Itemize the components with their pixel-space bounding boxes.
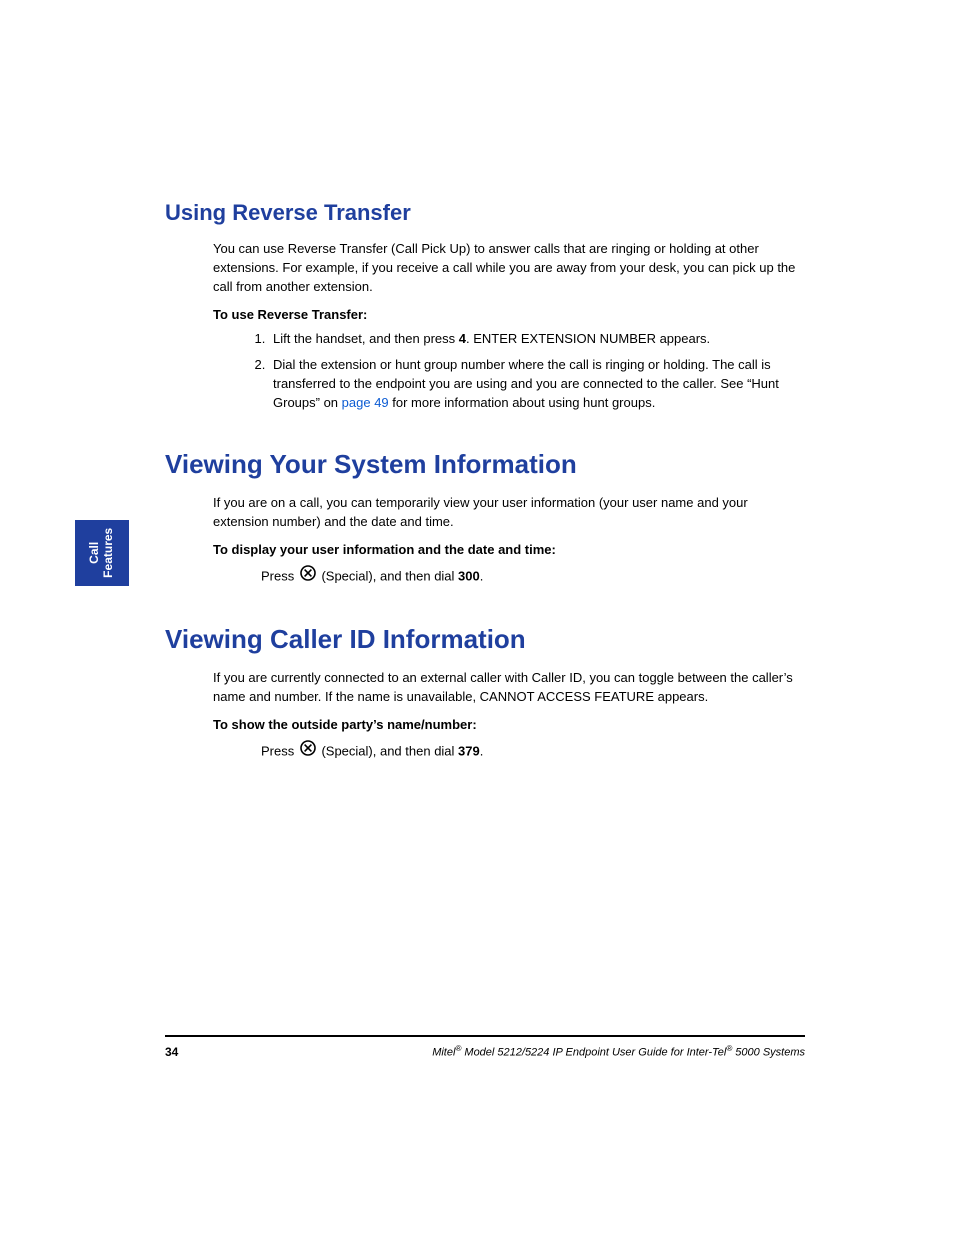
page-number: 34 <box>165 1045 178 1059</box>
footer-rule <box>165 1035 805 1037</box>
footer-b: Model 5212/5224 IP Endpoint User Guide f… <box>461 1047 726 1059</box>
step1-key: 4 <box>459 331 466 346</box>
subhead-caller-id: To show the outside party’s name/number: <box>213 717 805 732</box>
page-footer: 34 Mitel® Model 5212/5224 IP Endpoint Us… <box>165 1044 805 1059</box>
para-system-info-intro: If you are on a call, you can temporaril… <box>213 494 805 532</box>
heading-system-info: Viewing Your System Information <box>165 449 805 480</box>
section-tab-text: Call Features <box>88 528 116 578</box>
para-reverse-transfer-intro: You can use Reverse Transfer (Call Pick … <box>213 240 805 297</box>
step-2: Dial the extension or hunt group number … <box>269 356 805 413</box>
step-1: Lift the handset, and then press 4. ENTE… <box>269 330 805 349</box>
page-content: Using Reverse Transfer You can use Rever… <box>165 200 805 770</box>
footer-c: 5000 Systems <box>732 1047 805 1059</box>
heading-caller-id: Viewing Caller ID Information <box>165 624 805 655</box>
para-caller-id-intro: If you are currently connected to an ext… <box>213 669 805 707</box>
section-tab: Call Features <box>75 520 129 586</box>
step2-text-b: for more information about using hunt gr… <box>389 395 656 410</box>
steps-reverse-transfer: Lift the handset, and then press 4. ENTE… <box>251 330 805 413</box>
link-page-49[interactable]: page 49 <box>342 395 389 410</box>
instr-caller-id: Press (Special), and then dial 379. <box>261 740 805 764</box>
step1-text-c: . ENTER EXTENSION NUMBER appears. <box>466 331 710 346</box>
instr2-d: . <box>480 568 484 583</box>
instr2-a: Press <box>261 568 298 583</box>
document-page: Call Features Using Reverse Transfer You… <box>0 0 954 1235</box>
step1-text-a: Lift the handset, and then press <box>273 331 459 346</box>
subhead-system-info: To display your user information and the… <box>213 542 805 557</box>
footer-text: Mitel® Model 5212/5224 IP Endpoint User … <box>432 1044 805 1059</box>
instr2-code: 300 <box>458 568 480 583</box>
special-button-icon <box>300 740 316 762</box>
instr3-a: Press <box>261 743 298 758</box>
instr3-b: (Special), and then dial <box>318 743 458 758</box>
instr3-code: 379 <box>458 743 480 758</box>
instr-system-info: Press (Special), and then dial 300. <box>261 565 805 589</box>
heading-reverse-transfer: Using Reverse Transfer <box>165 200 805 226</box>
special-button-icon <box>300 565 316 587</box>
instr3-d: . <box>480 743 484 758</box>
tab-line2: Features <box>101 528 115 578</box>
subhead-reverse-transfer: To use Reverse Transfer: <box>213 307 805 322</box>
instr2-b: (Special), and then dial <box>318 568 458 583</box>
footer-a: Mitel <box>432 1047 455 1059</box>
tab-line1: Call <box>87 542 101 564</box>
